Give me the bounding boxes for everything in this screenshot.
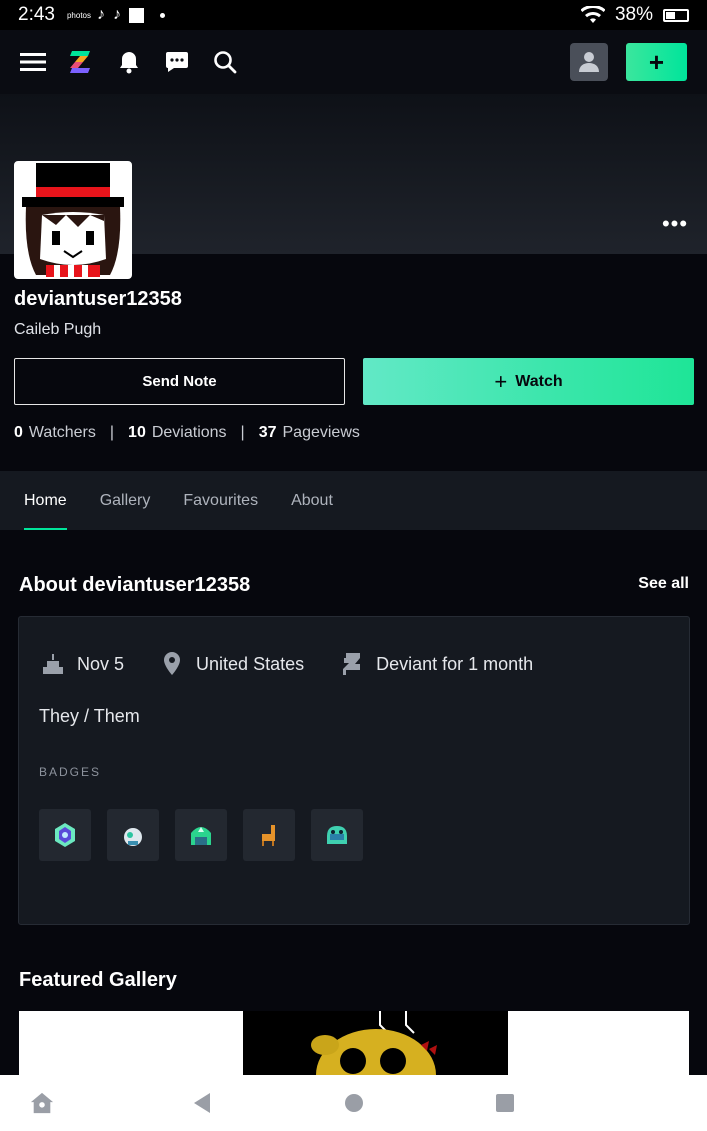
- profile-stats: 0 Watchers | 10 Deviations | 37 Pageview…: [14, 424, 360, 442]
- send-note-button[interactable]: Send Note: [14, 358, 345, 405]
- badges-heading: BADGES: [39, 765, 102, 779]
- membership-item: Deviant for 1 month: [340, 652, 533, 676]
- location-text: United States: [196, 653, 305, 674]
- gallery-thumbnail-1[interactable]: [19, 1011, 243, 1075]
- location-pin-icon: [160, 652, 184, 676]
- badge-4[interactable]: [243, 809, 295, 861]
- photos-notification-icon: photos: [66, 10, 92, 20]
- watch-label: Watch: [515, 372, 563, 390]
- account-avatar-button[interactable]: [570, 43, 608, 81]
- pageviews-label: Pageviews: [282, 424, 360, 441]
- back-icon[interactable]: [190, 1091, 214, 1115]
- top-nav: +: [0, 30, 707, 94]
- notification-icons: photos ♪ ♪: [67, 6, 165, 24]
- gallery-thumbnail-2[interactable]: [243, 1011, 508, 1075]
- home-launcher-icon[interactable]: [30, 1091, 54, 1115]
- status-bar: 2:43 photos ♪ ♪ 38%: [0, 0, 707, 30]
- more-notifications-icon: [159, 12, 165, 18]
- badge-1[interactable]: [39, 809, 91, 861]
- birthday-text: Nov 5: [77, 653, 125, 674]
- profile-username: deviantuser12358: [14, 288, 182, 310]
- gallery-thumbnail-3[interactable]: [508, 1011, 689, 1075]
- send-note-label: Send Note: [142, 373, 217, 390]
- tiktok-notification-icon-2: ♪: [112, 6, 121, 23]
- stats-separator: |: [109, 424, 115, 441]
- menu-icon[interactable]: [20, 49, 46, 75]
- birthday-item: Nov 5: [41, 652, 124, 676]
- profile-real-name: Caileb Pugh: [14, 321, 102, 338]
- badge-3[interactable]: [175, 809, 227, 861]
- deviations-count: 10: [128, 424, 146, 441]
- badge-2[interactable]: [107, 809, 159, 861]
- watch-button[interactable]: + Watch: [363, 358, 694, 405]
- deviantart-icon: [340, 652, 364, 676]
- profile-tabs: Home Gallery Favourites About: [0, 471, 707, 530]
- battery-percent: 38%: [614, 4, 653, 25]
- system-nav-bar: [0, 1075, 707, 1131]
- tab-gallery[interactable]: Gallery: [100, 471, 151, 530]
- more-options-button[interactable]: •••: [660, 212, 690, 236]
- clock: 2:43: [18, 4, 55, 25]
- search-icon[interactable]: [212, 49, 238, 75]
- featured-gallery-title: Featured Gallery: [19, 969, 177, 991]
- app-notification-icon: [128, 7, 144, 23]
- location-item: United States: [160, 652, 304, 676]
- avatar[interactable]: [14, 161, 132, 279]
- stats-separator: |: [240, 424, 245, 441]
- pageviews-count: 37: [258, 424, 277, 441]
- pronouns-text: They / Them: [39, 706, 140, 726]
- home-icon[interactable]: [342, 1091, 366, 1115]
- membership-text: Deviant for 1 month: [376, 653, 534, 674]
- tab-favourites[interactable]: Favourites: [183, 471, 258, 530]
- about-details-row: Nov 5 United States Deviant for 1 month: [41, 652, 569, 676]
- watchers-count: 0: [14, 424, 23, 441]
- tab-home[interactable]: Home: [24, 471, 67, 530]
- plus-icon: +: [494, 368, 508, 394]
- see-all-link[interactable]: See all: [638, 575, 689, 593]
- tiktok-notification-icon: ♪: [96, 6, 105, 23]
- badge-5[interactable]: [311, 809, 363, 861]
- deviantart-logo-icon[interactable]: [68, 49, 94, 75]
- deviations-label[interactable]: Deviations: [152, 424, 227, 442]
- user-icon: [579, 52, 599, 72]
- about-card: Nov 5 United States Deviant for 1 month …: [18, 616, 690, 925]
- cake-icon: [41, 652, 65, 676]
- featured-gallery-strip: [19, 1011, 689, 1075]
- recents-icon[interactable]: [493, 1091, 517, 1115]
- chat-icon[interactable]: [164, 49, 190, 75]
- tab-about[interactable]: About: [291, 471, 333, 530]
- badges-list: [39, 809, 363, 861]
- bell-icon[interactable]: [116, 49, 142, 75]
- about-section-title: About deviantuser12358: [19, 574, 251, 596]
- create-button[interactable]: +: [626, 43, 687, 81]
- wifi-icon: [580, 6, 605, 23]
- watchers-label[interactable]: Watchers: [29, 424, 96, 442]
- battery-icon: [663, 8, 689, 22]
